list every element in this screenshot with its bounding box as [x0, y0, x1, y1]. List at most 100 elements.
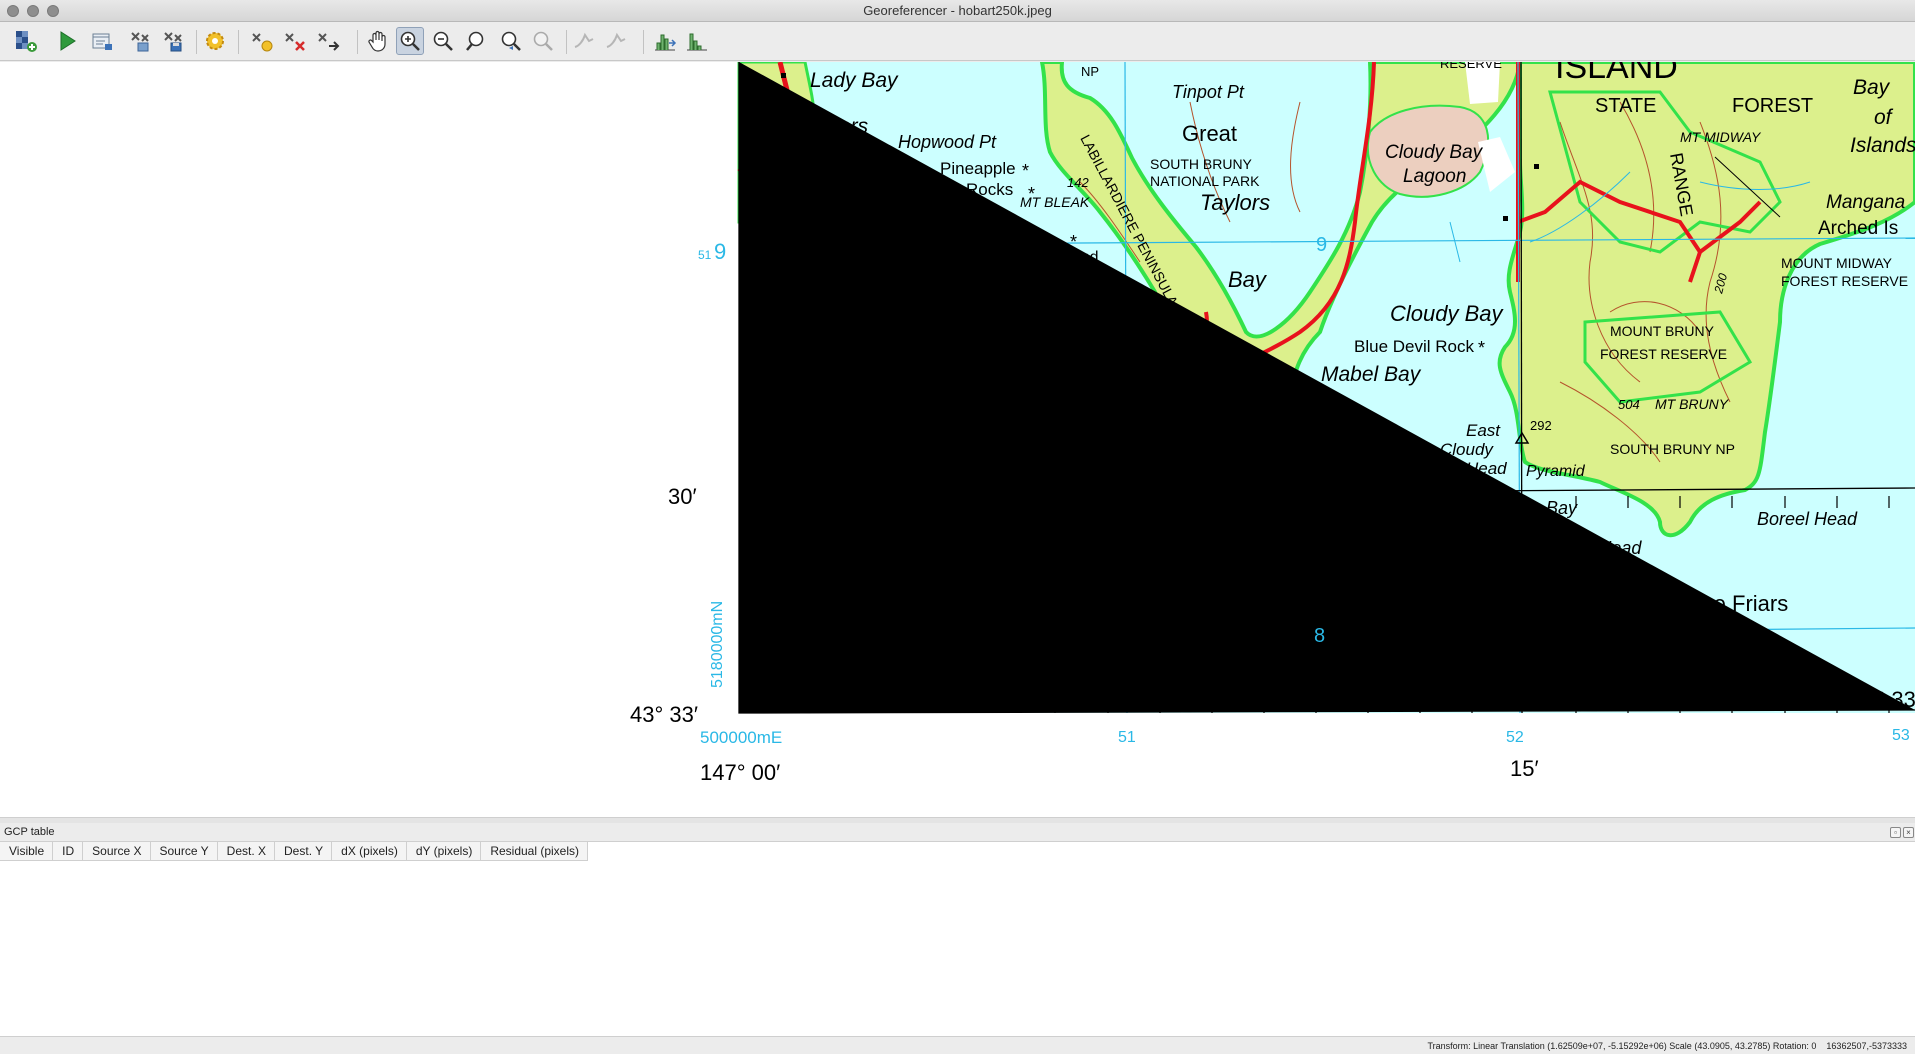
zoom-next-icon — [533, 31, 553, 51]
zoom-layer-icon — [466, 31, 484, 51]
toolbar-separator — [643, 30, 644, 54]
grid-label: 500000mE — [700, 728, 782, 747]
script-icon — [92, 33, 112, 50]
map-label: SOUTH BRUNY — [1150, 156, 1253, 172]
zoom-in-button[interactable] — [396, 27, 424, 55]
svg-text:*: * — [1478, 338, 1485, 358]
column-header-source-x[interactable]: Source X — [83, 842, 151, 861]
column-header-dx[interactable]: dX (pixels) — [332, 842, 407, 861]
map-label: Great — [1182, 121, 1237, 146]
zoom-out-button[interactable] — [429, 27, 457, 55]
link-georeferencer-button[interactable] — [570, 27, 598, 55]
map-label: MOUNT BRUNY — [1610, 323, 1715, 339]
map-label: Standaway — [1026, 305, 1137, 330]
zoom-out-icon — [433, 31, 453, 51]
toolbar-separator — [566, 30, 567, 54]
map-label: SOUTH BRUNY NP — [1610, 441, 1735, 457]
gear-icon — [206, 32, 224, 50]
gcp-table-panel: GCP table ▫ × Visible ID Source X Source… — [0, 823, 1915, 1036]
map-label: MT BRUNY — [1655, 396, 1730, 412]
map-canvas[interactable]: Lady Bay Sisters Bay Hopwood Pt Pineappl… — [0, 62, 1915, 817]
add-point-button[interactable] — [248, 27, 276, 55]
column-header-dy[interactable]: dY (pixels) — [407, 842, 482, 861]
svg-text:*: * — [1070, 232, 1077, 252]
save-gcp-points-button[interactable] — [159, 27, 187, 55]
map-label: FOREST RESERVE — [1600, 346, 1727, 362]
status-text: Transform: Linear Translation (1.62509e+… — [1427, 1041, 1907, 1051]
map-label: Rossel Point — [784, 246, 886, 266]
map-label: Bay — [1224, 469, 1253, 486]
map-label: Hopwood Pt — [898, 132, 997, 152]
grid-label: 53 — [1892, 727, 1910, 744]
map-label: 43° 33 — [1852, 687, 1915, 712]
map-label: Bay — [1106, 332, 1146, 357]
map-label: FOREST — [1732, 95, 1813, 117]
map-label: ISLAND — [1555, 62, 1678, 86]
link-qgis-icon — [606, 32, 626, 48]
generate-gdal-script-button[interactable] — [88, 27, 116, 55]
map-label: Cloudy Bay — [1390, 301, 1505, 326]
link-qgis-button[interactable] — [602, 27, 630, 55]
column-header-dest-y[interactable]: Dest. Y — [275, 842, 333, 861]
map-label: Pineapple — [940, 159, 1016, 178]
full-histogram-stretch-button[interactable] — [651, 27, 679, 55]
map-label: Bay — [1546, 498, 1578, 518]
svg-text:*: * — [804, 161, 811, 181]
close-panel-button[interactable]: × — [1903, 827, 1914, 838]
map-label: 292 — [1530, 418, 1552, 433]
float-panel-button[interactable]: ▫ — [1890, 827, 1901, 838]
local-histogram-stretch-button[interactable] — [683, 27, 711, 55]
map-label: Boreel Head — [1757, 509, 1858, 529]
hand-icon — [368, 30, 386, 52]
zoom-to-layer-button[interactable] — [462, 27, 490, 55]
start-georeferencing-button[interactable] — [53, 27, 81, 55]
map-label: Rocks — [966, 180, 1013, 199]
grid-label: 5180000mN — [709, 601, 726, 688]
zoom-in-icon — [400, 31, 420, 51]
zoom-next-button[interactable] — [529, 27, 557, 55]
column-header-id[interactable]: ID — [53, 842, 84, 861]
map-label: Mangana — [1826, 192, 1905, 213]
map-label: Cloudy — [1322, 446, 1376, 465]
status-bar: Transform: Linear Translation (1.62509e+… — [0, 1036, 1915, 1054]
toolbar-separator — [357, 30, 358, 54]
map-label: Hen and — [1038, 249, 1099, 266]
add-point-icon — [252, 33, 273, 52]
map-label: Tinpot Pt — [1172, 82, 1245, 102]
map-label: RESERVE — [1440, 62, 1502, 71]
save-gcp-icon — [164, 32, 182, 52]
map-label: of — [1874, 106, 1894, 129]
map-label: 30′ — [668, 484, 697, 509]
pan-button[interactable] — [364, 27, 392, 55]
load-gcp-points-button[interactable] — [126, 27, 154, 55]
delete-point-icon — [285, 33, 305, 51]
map-label: 15′ — [1510, 756, 1539, 781]
grid-label: 51 — [1118, 729, 1136, 746]
grid-label: 9 — [1316, 234, 1327, 256]
map-label: Bay — [1228, 267, 1268, 292]
move-gcp-point-button[interactable] — [314, 27, 342, 55]
delete-point-button[interactable] — [281, 27, 309, 55]
map-label: Head — [1466, 459, 1507, 478]
move-point-icon — [318, 33, 340, 51]
map-label: Bay — [1853, 76, 1891, 99]
column-header-dest-x[interactable]: Dest. X — [218, 842, 276, 861]
toolbar — [0, 22, 1915, 61]
map-label: NATIONAL PARK — [1150, 173, 1260, 189]
map-label: NP — [1081, 64, 1099, 79]
map-label: Southport Island — [788, 370, 941, 393]
column-header-residual[interactable]: Residual (pixels) — [481, 842, 589, 861]
column-header-source-y[interactable]: Source Y — [151, 842, 218, 861]
map-label: Mabel Bay — [1321, 363, 1422, 386]
cursor-coordinates: 16362507,-5373333 — [1826, 1041, 1907, 1051]
map-label: Bay — [810, 137, 848, 160]
map-label: Cloudy Bay — [1385, 142, 1484, 163]
map-label: Islands — [1850, 134, 1915, 157]
column-header-visible[interactable]: Visible — [0, 842, 54, 861]
open-raster-button[interactable] — [12, 27, 40, 55]
link-geo-icon — [574, 32, 594, 48]
map-label: Chicken — [1040, 266, 1098, 283]
transformation-settings-button[interactable] — [201, 27, 229, 55]
zoom-last-button[interactable] — [497, 27, 525, 55]
grid-label: 52 — [1506, 729, 1524, 746]
